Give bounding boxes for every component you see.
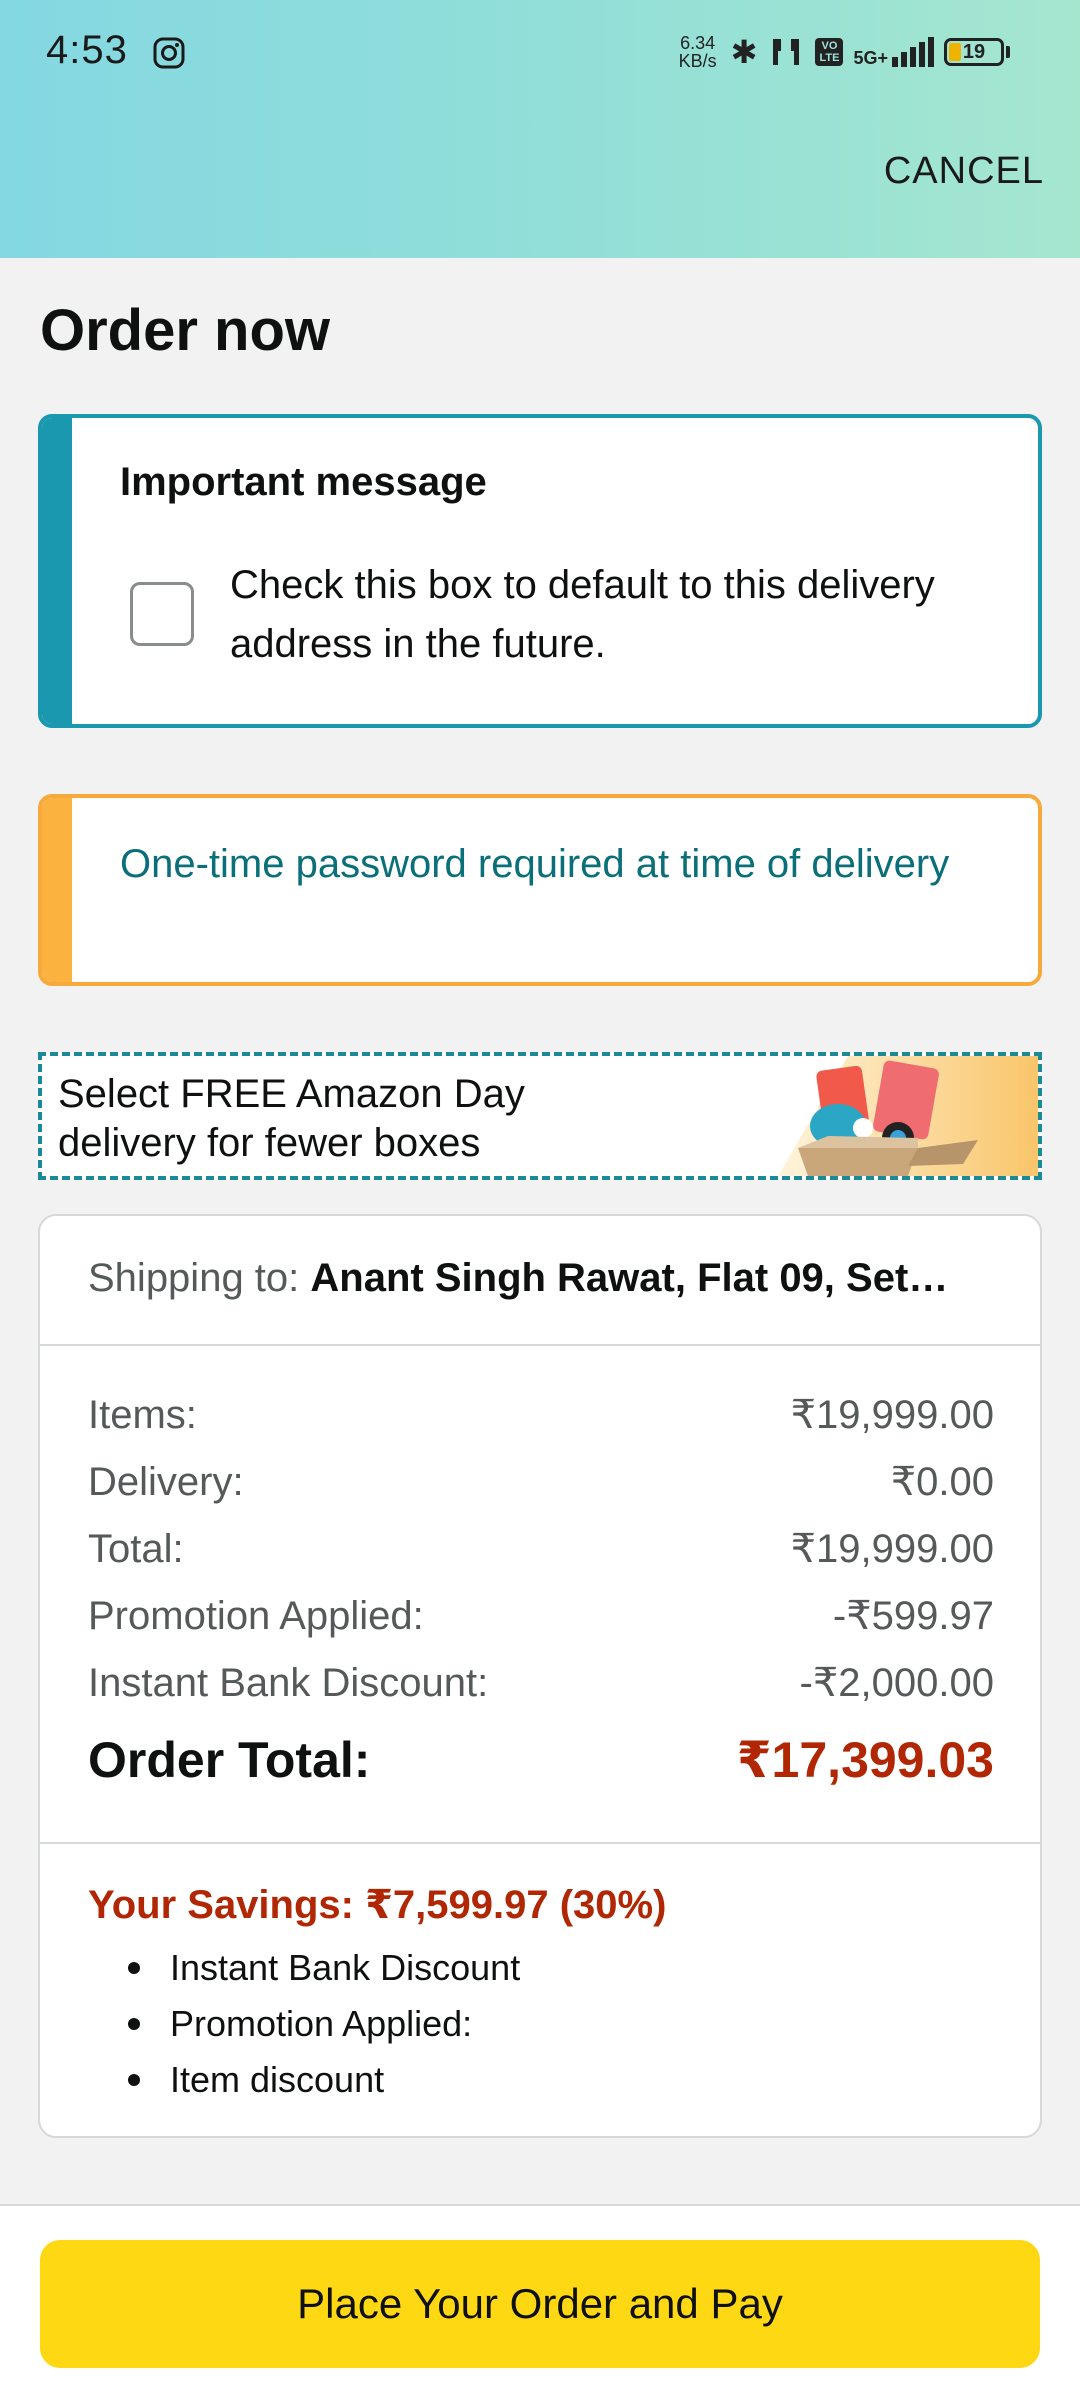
network-speed: 6.34 KB/s [675,34,721,70]
price-line-total: Total: ₹19,999.00 [88,1516,994,1583]
order-total-label: Order Total: [88,1732,371,1788]
page-title: Order now [40,298,331,363]
line-value: ₹0.00 [890,1460,994,1504]
line-value: -₹599.97 [832,1594,994,1638]
line-value: -₹2,000.00 [799,1661,994,1705]
savings-summary[interactable]: Your Savings: ₹7,599.97 (30%) [88,1882,666,1928]
battery-icon: 19 [944,38,1010,66]
checkbox-label[interactable]: Check this box to default to this delive… [230,556,1010,674]
shipping-label: Shipping to: [88,1256,300,1300]
important-message-card: Important message Check this box to defa… [38,414,1042,728]
network-speed-unit: KB/s [678,51,717,71]
otp-notice-text: One-time password required at time of de… [120,842,950,886]
amazon-day-line1: Select FREE Amazon Day [58,1072,525,1116]
price-line-items: Items: ₹19,999.00 [88,1382,994,1449]
divider [40,1344,1040,1346]
instagram-icon [153,37,185,69]
accent-bar [42,798,72,982]
divider [40,1842,1040,1844]
status-time: 4:53 [46,28,128,72]
line-value: ₹19,999.00 [790,1527,994,1571]
cancel-button[interactable]: CANCEL [884,150,1044,193]
line-label: Promotion Applied: [88,1594,424,1638]
message-heading: Important message [120,460,487,504]
line-value: ₹19,999.00 [790,1393,994,1437]
place-order-button[interactable]: Place Your Order and Pay [40,2240,1040,2368]
line-label: Instant Bank Discount: [88,1661,489,1705]
bluetooth-icon: ✱ [730,34,758,70]
order-total: Order Total: ₹17,399.03 [88,1731,994,1789]
line-label: Total: [88,1527,184,1571]
price-line-promotion: Promotion Applied: -₹599.97 [88,1583,994,1650]
default-address-checkbox[interactable] [130,582,194,646]
amazon-day-text: Select FREE Amazon Day delivery for fewe… [58,1070,618,1168]
accent-bar [42,418,72,724]
network-type: 5G+ [853,48,888,68]
price-line-bank-discount: Instant Bank Discount: -₹2,000.00 [88,1650,994,1717]
network-speed-value: 6.34 [680,33,716,53]
amazon-day-banner[interactable]: Select FREE Amazon Day delivery for fewe… [38,1052,1042,1180]
savings-list: Instant Bank Discount Promotion Applied:… [100,1940,520,2108]
price-breakdown: Items: ₹19,999.00 Delivery: ₹0.00 Total:… [88,1382,994,1789]
savings-item: Instant Bank Discount [100,1940,520,1996]
battery-level: 19 [962,41,986,63]
shipping-value: Anant Singh Rawat, Flat 09, Set… [310,1256,949,1300]
line-label: Items: [88,1393,197,1437]
otp-notice-card: One-time password required at time of de… [38,794,1042,986]
status-bar: 4:53 6.34 KB/s ✱ VO LTE 5G+ 19 [0,0,1080,100]
order-total-value: ₹17,399.03 [736,1732,994,1788]
signal-bars-icon [892,37,934,67]
volte-icon: VO LTE [815,38,844,66]
earbuds-icon [773,39,800,65]
savings-item: Promotion Applied: [100,1996,520,2052]
price-line-delivery: Delivery: ₹0.00 [88,1449,994,1516]
bottom-action-bar: Place Your Order and Pay [0,2204,1080,2400]
delivery-box-illustration [778,1056,1038,1176]
header: 4:53 6.34 KB/s ✱ VO LTE 5G+ 19 CANCEL [0,0,1080,258]
line-label: Delivery: [88,1460,244,1504]
shipping-address[interactable]: Shipping to: Anant Singh Rawat, Flat 09,… [88,1256,1008,1301]
amazon-day-line2: delivery for fewer boxes [58,1121,481,1165]
status-icons: 6.34 KB/s ✱ VO LTE 5G+ 19 [675,28,1010,76]
signal-indicator: 5G+ [853,37,934,67]
order-summary-card: Shipping to: Anant Singh Rawat, Flat 09,… [38,1214,1042,2138]
savings-item: Item discount [100,2052,520,2108]
